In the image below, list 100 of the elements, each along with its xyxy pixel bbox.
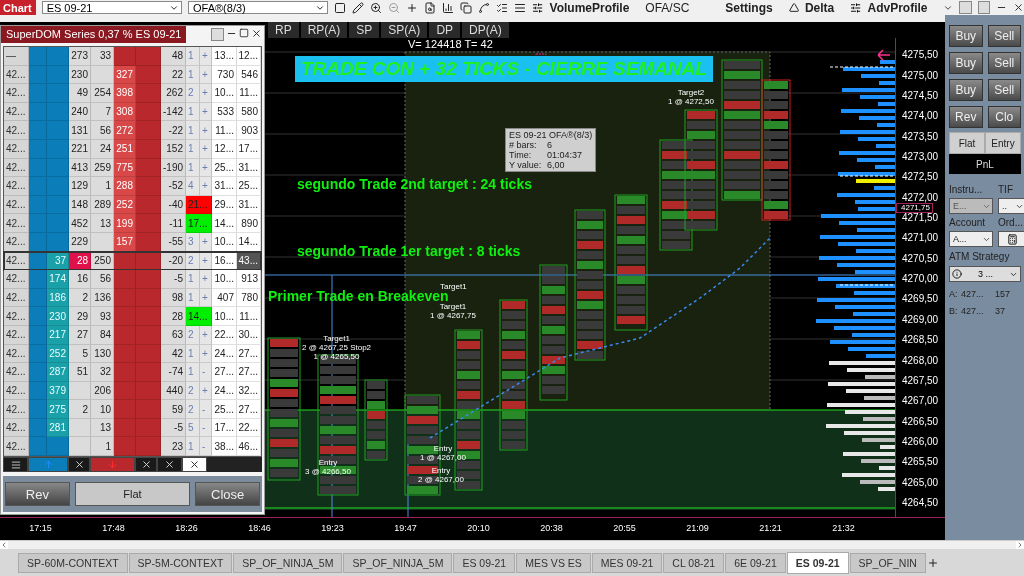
triangle-icon bbox=[788, 2, 799, 13]
scrollbar[interactable] bbox=[0, 540, 1024, 549]
add-tab-icon[interactable] bbox=[926, 556, 939, 569]
price-label: 4272,50 bbox=[902, 172, 939, 183]
dom-cell: 287 bbox=[47, 363, 69, 382]
dom-cell bbox=[136, 84, 161, 103]
price-label: 4273,00 bbox=[902, 151, 939, 162]
price-label: 4265,00 bbox=[902, 477, 939, 488]
close-icon[interactable] bbox=[135, 457, 157, 473]
close-icon[interactable] bbox=[157, 457, 182, 473]
tab[interactable]: ES 09-21 bbox=[453, 552, 516, 573]
order-button[interactable]: Sell bbox=[987, 25, 1021, 47]
select-field[interactable]: .. bbox=[998, 198, 1024, 214]
dom-cell bbox=[136, 400, 161, 419]
flat-button[interactable]: Flat bbox=[949, 132, 985, 154]
price-label: 4271,50 bbox=[902, 213, 939, 224]
menu-item[interactable]: AdvProfile bbox=[867, 0, 928, 15]
order-button[interactable]: Sell bbox=[987, 52, 1021, 74]
pencil-icon[interactable] bbox=[352, 1, 365, 14]
dom-button[interactable]: Close bbox=[195, 482, 260, 507]
order-button[interactable]: Sell bbox=[987, 79, 1021, 101]
close-icon[interactable] bbox=[68, 457, 90, 473]
tab[interactable]: SP_OF_NIN bbox=[849, 552, 926, 573]
order-button[interactable]: Buy bbox=[949, 79, 983, 101]
bar-chart-icon[interactable] bbox=[442, 1, 455, 14]
dom-cell: + bbox=[200, 121, 212, 140]
menu-item[interactable]: VolumeProfile bbox=[549, 0, 630, 15]
order-button[interactable]: Buy bbox=[949, 25, 983, 47]
entry-button[interactable]: Entry bbox=[985, 132, 1021, 154]
dom-cell: 14... bbox=[186, 307, 212, 326]
dom-cell: + bbox=[200, 251, 212, 271]
dom-cell: 23 bbox=[161, 437, 186, 457]
chart-note: segundo Trade 2nd target : 24 ticks bbox=[297, 176, 532, 192]
close-icon[interactable] bbox=[182, 457, 207, 473]
dom-cell bbox=[29, 177, 47, 196]
calculator-icon[interactable] bbox=[998, 231, 1024, 247]
tab[interactable]: SP-5M-CONTEXT bbox=[128, 552, 233, 573]
menu-item[interactable]: Delta bbox=[804, 0, 835, 15]
scroll-right-icon[interactable] bbox=[1016, 541, 1024, 549]
center-icon[interactable] bbox=[3, 457, 28, 473]
dom-cell: 42... bbox=[4, 307, 29, 326]
dom-cell: 2 bbox=[186, 251, 200, 271]
menu-item[interactable]: OFA/SC bbox=[645, 0, 690, 15]
menu-item[interactable]: Settings bbox=[725, 0, 773, 15]
dom-cell: 452 bbox=[69, 214, 91, 233]
atm-strategy-select[interactable]: 3 ... bbox=[949, 266, 1021, 282]
close-icon[interactable] bbox=[1013, 2, 1024, 13]
chart-title: Chart bbox=[0, 0, 36, 15]
chart-note: Primer Trade en Breakeven bbox=[268, 288, 449, 304]
tab[interactable]: CL 08-21 bbox=[663, 552, 725, 573]
time-label: 19:23 bbox=[320, 522, 345, 536]
trade-label: 1 @ 4272,50 bbox=[668, 97, 714, 106]
scroll-left-icon[interactable] bbox=[0, 541, 8, 549]
order-button[interactable]: Buy bbox=[949, 52, 983, 74]
checklist-icon[interactable] bbox=[496, 1, 509, 14]
zoom-in-icon[interactable] bbox=[370, 1, 383, 14]
list-icon[interactable] bbox=[514, 1, 527, 14]
dom-cell bbox=[47, 437, 69, 457]
price-label: 4267,00 bbox=[902, 396, 939, 407]
chart-tab[interactable]: DP(A) bbox=[462, 22, 509, 38]
price-label: 4268,50 bbox=[902, 335, 939, 346]
price-label: 4273,50 bbox=[902, 131, 939, 142]
time-label: 17:48 bbox=[101, 522, 126, 536]
dom-cell: 398 bbox=[114, 84, 136, 103]
dom-cell: 38... bbox=[212, 437, 237, 457]
order-button[interactable]: Clo bbox=[987, 106, 1021, 128]
order-button[interactable]: Rev bbox=[949, 106, 983, 128]
copy-icon[interactable] bbox=[460, 1, 473, 14]
select-field[interactable]: A... bbox=[949, 231, 993, 247]
tab[interactable]: ES 09-21 bbox=[786, 551, 849, 574]
dom-button[interactable]: Flat bbox=[74, 482, 191, 507]
chart-tab[interactable]: RP(A) bbox=[300, 22, 348, 38]
window-button[interactable] bbox=[959, 1, 972, 14]
crosshair-icon[interactable] bbox=[406, 1, 419, 14]
chart-tab[interactable]: SP bbox=[349, 22, 380, 38]
dom-cell: 13 bbox=[91, 214, 114, 233]
square-icon[interactable] bbox=[334, 1, 347, 14]
template-select[interactable]: OFA®(8/3) bbox=[188, 1, 329, 14]
field-label: ATM Strategy bbox=[949, 251, 1011, 262]
tab[interactable]: SP_OF_NINJA_5M bbox=[233, 552, 343, 573]
chart-tab[interactable]: SP(A) bbox=[381, 22, 428, 38]
dom-button[interactable]: Rev bbox=[5, 482, 70, 507]
dom-cell: -52 bbox=[161, 177, 186, 196]
tab[interactable]: MES VS ES bbox=[516, 552, 591, 573]
dom-cell bbox=[136, 270, 161, 289]
curve-icon[interactable] bbox=[478, 1, 491, 14]
tab[interactable]: SP-60M-CONTEXT bbox=[18, 552, 128, 573]
chart-tab[interactable]: RP bbox=[268, 22, 299, 38]
document-search-icon[interactable] bbox=[424, 1, 437, 14]
instrument-select[interactable]: ES 09-21 bbox=[41, 1, 182, 14]
time-label: 20:55 bbox=[612, 522, 637, 536]
window-button[interactable] bbox=[977, 1, 990, 14]
tab[interactable]: MES 09-21 bbox=[591, 552, 663, 573]
dom-cell: 890 bbox=[237, 214, 261, 233]
trade-label: Target1 bbox=[323, 334, 350, 343]
dom-cell: 51 bbox=[69, 363, 91, 382]
tab[interactable]: SP_OF_NINJA_5M bbox=[343, 552, 453, 573]
tab[interactable]: 6E 09-21 bbox=[725, 552, 786, 573]
chart-tab[interactable]: DP bbox=[429, 22, 461, 38]
tooltip-key: Y value: bbox=[509, 160, 547, 170]
